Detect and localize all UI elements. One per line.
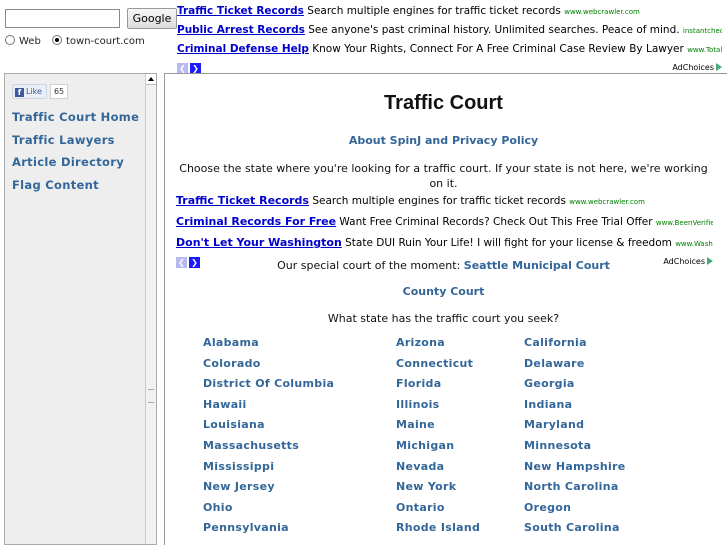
ad-url-link[interactable]: www.Washington-DUI.com xyxy=(675,240,713,248)
state-link-delaware[interactable]: Delaware xyxy=(524,357,585,370)
ad-title-link[interactable]: Criminal Defense Help xyxy=(177,43,309,55)
state-link-maryland[interactable]: Maryland xyxy=(524,418,584,431)
site-radio[interactable] xyxy=(52,35,62,45)
state-link-ontario[interactable]: Ontario xyxy=(396,501,445,514)
sidebar-link-lawyers[interactable]: Traffic Lawyers xyxy=(12,129,139,152)
state-link-minnesota[interactable]: Minnesota xyxy=(524,439,591,452)
state-link-rhode-island[interactable]: Rhode Island xyxy=(396,521,480,534)
ad-title-link[interactable]: Don't Let Your Washington xyxy=(176,236,342,249)
state-link-illinois[interactable]: Illinois xyxy=(396,398,440,411)
ad-url-link[interactable]: www.webcrawler.com xyxy=(569,198,645,206)
ad-item: Criminal Defense Help Know Your Rights, … xyxy=(177,40,722,59)
state-link-colorado[interactable]: Colorado xyxy=(203,357,261,370)
ad-next-icon[interactable]: ❯ xyxy=(190,62,201,74)
state-question: What state has the traffic court you see… xyxy=(327,312,560,325)
like-label: Like xyxy=(26,87,42,96)
scroll-grip-icon[interactable] xyxy=(148,389,154,403)
state-link-south-carolina[interactable]: South Carolina xyxy=(524,521,620,534)
web-radio-label: Web xyxy=(19,36,41,47)
special-court-prefix: Our special court of the moment: xyxy=(277,259,461,272)
ad-prev-icon[interactable]: ❮ xyxy=(177,62,188,74)
sidebar-scrollbar[interactable] xyxy=(145,74,156,544)
state-link-new-york[interactable]: New York xyxy=(396,480,456,493)
state-link-georgia[interactable]: Georgia xyxy=(524,377,575,390)
state-link-louisiana[interactable]: Louisiana xyxy=(203,418,265,431)
ad-item: Public Arrest Records See anyone's past … xyxy=(177,21,722,40)
special-court-line: Our special court of the moment: Seattle… xyxy=(165,259,722,272)
ad-text: State DUI Ruin Your Life! I will fight f… xyxy=(345,237,672,249)
state-link-california[interactable]: California xyxy=(524,336,587,349)
top-ad-block: Traffic Ticket Records Search multiple e… xyxy=(177,2,722,77)
sidebar-nav: Traffic Court Home Traffic Lawyers Artic… xyxy=(12,106,139,196)
state-link-florida[interactable]: Florida xyxy=(396,377,441,390)
state-link-mississippi[interactable]: Mississippi xyxy=(203,460,274,473)
ad-title-link[interactable]: Public Arrest Records xyxy=(177,24,305,36)
web-radio[interactable] xyxy=(5,35,15,45)
facebook-like-button[interactable]: f Like xyxy=(12,84,47,99)
like-count: 65 xyxy=(49,84,69,99)
state-link-connecticut[interactable]: Connecticut xyxy=(396,357,473,370)
state-link-nevada[interactable]: Nevada xyxy=(396,460,444,473)
special-court-link[interactable]: Seattle Municipal Court xyxy=(464,259,610,272)
ad-url-link[interactable]: www.TotalCriminalDefense.com xyxy=(687,46,722,54)
state-link-arizona[interactable]: Arizona xyxy=(396,336,445,349)
about-privacy-link[interactable]: About SpinJ and Privacy Policy xyxy=(165,134,722,147)
state-link-pennsylvania[interactable]: Pennsylvania xyxy=(203,521,289,534)
state-link-alabama[interactable]: Alabama xyxy=(203,336,259,349)
ad-item: Traffic Ticket Records Search multiple e… xyxy=(176,191,713,212)
sidebar-link-home[interactable]: Traffic Court Home xyxy=(12,106,139,129)
search-input[interactable] xyxy=(5,9,120,28)
page-title: Traffic Court xyxy=(384,92,503,114)
ad-item: Don't Let Your Washington State DUI Ruin… xyxy=(176,233,713,254)
scroll-up-icon[interactable] xyxy=(146,74,156,85)
state-link-hawaii[interactable]: Hawaii xyxy=(203,398,247,411)
state-link-maine[interactable]: Maine xyxy=(396,418,435,431)
ad-item: Traffic Ticket Records Search multiple e… xyxy=(177,2,722,21)
main-content: Traffic Court About SpinJ and Privacy Po… xyxy=(164,73,727,545)
ad-text: See anyone's past criminal history. Unli… xyxy=(308,24,680,36)
ad-url-link[interactable]: www.webcrawler.com xyxy=(564,8,640,16)
adchoices-label: AdChoices xyxy=(672,63,714,72)
state-link-north-carolina[interactable]: North Carolina xyxy=(524,480,619,493)
ad-text: Want Free Criminal Records? Check Out Th… xyxy=(339,216,653,228)
adchoices-icon xyxy=(716,63,722,71)
ad-item: Criminal Records For Free Want Free Crim… xyxy=(176,212,713,233)
state-link-michigan[interactable]: Michigan xyxy=(396,439,454,452)
ad-url-link[interactable]: www.BeenVerified.com xyxy=(656,219,713,227)
state-link-massachusetts[interactable]: Massachusetts xyxy=(203,439,299,452)
facebook-icon: f xyxy=(15,88,24,97)
county-court-link[interactable]: County Court xyxy=(165,285,722,298)
ad-text: Search multiple engines for traffic tick… xyxy=(307,5,561,17)
ad-url-link[interactable]: instantcheckmate.com xyxy=(683,27,722,35)
ad-title-link[interactable]: Criminal Records For Free xyxy=(176,215,336,228)
state-link-ohio[interactable]: Ohio xyxy=(203,501,233,514)
sidebar-link-articles[interactable]: Article Directory xyxy=(12,151,139,174)
intro-text: Choose the state where you're looking fo… xyxy=(179,162,708,190)
sidebar-link-flag[interactable]: Flag Content xyxy=(12,174,139,197)
facebook-like-widget: f Like 65 xyxy=(12,84,69,99)
ad-text: Know Your Rights, Connect For A Free Cri… xyxy=(312,43,684,55)
ad-text: Search multiple engines for traffic tick… xyxy=(312,195,566,207)
state-link-oregon[interactable]: Oregon xyxy=(524,501,571,514)
ad-title-link[interactable]: Traffic Ticket Records xyxy=(176,194,309,207)
state-link-indiana[interactable]: Indiana xyxy=(524,398,572,411)
google-search-button[interactable]: Google xyxy=(127,8,177,29)
search-scope: Web town-court.com xyxy=(5,35,153,47)
state-link-district-of-columbia[interactable]: District Of Columbia xyxy=(203,377,334,390)
state-link-new-jersey[interactable]: New Jersey xyxy=(203,480,275,493)
state-link-new-hampshire[interactable]: New Hampshire xyxy=(524,460,626,473)
ad-title-link[interactable]: Traffic Ticket Records xyxy=(177,5,304,17)
site-radio-label: town-court.com xyxy=(66,36,145,47)
sidebar: f Like 65 Traffic Court Home Traffic Lawye… xyxy=(4,73,157,545)
